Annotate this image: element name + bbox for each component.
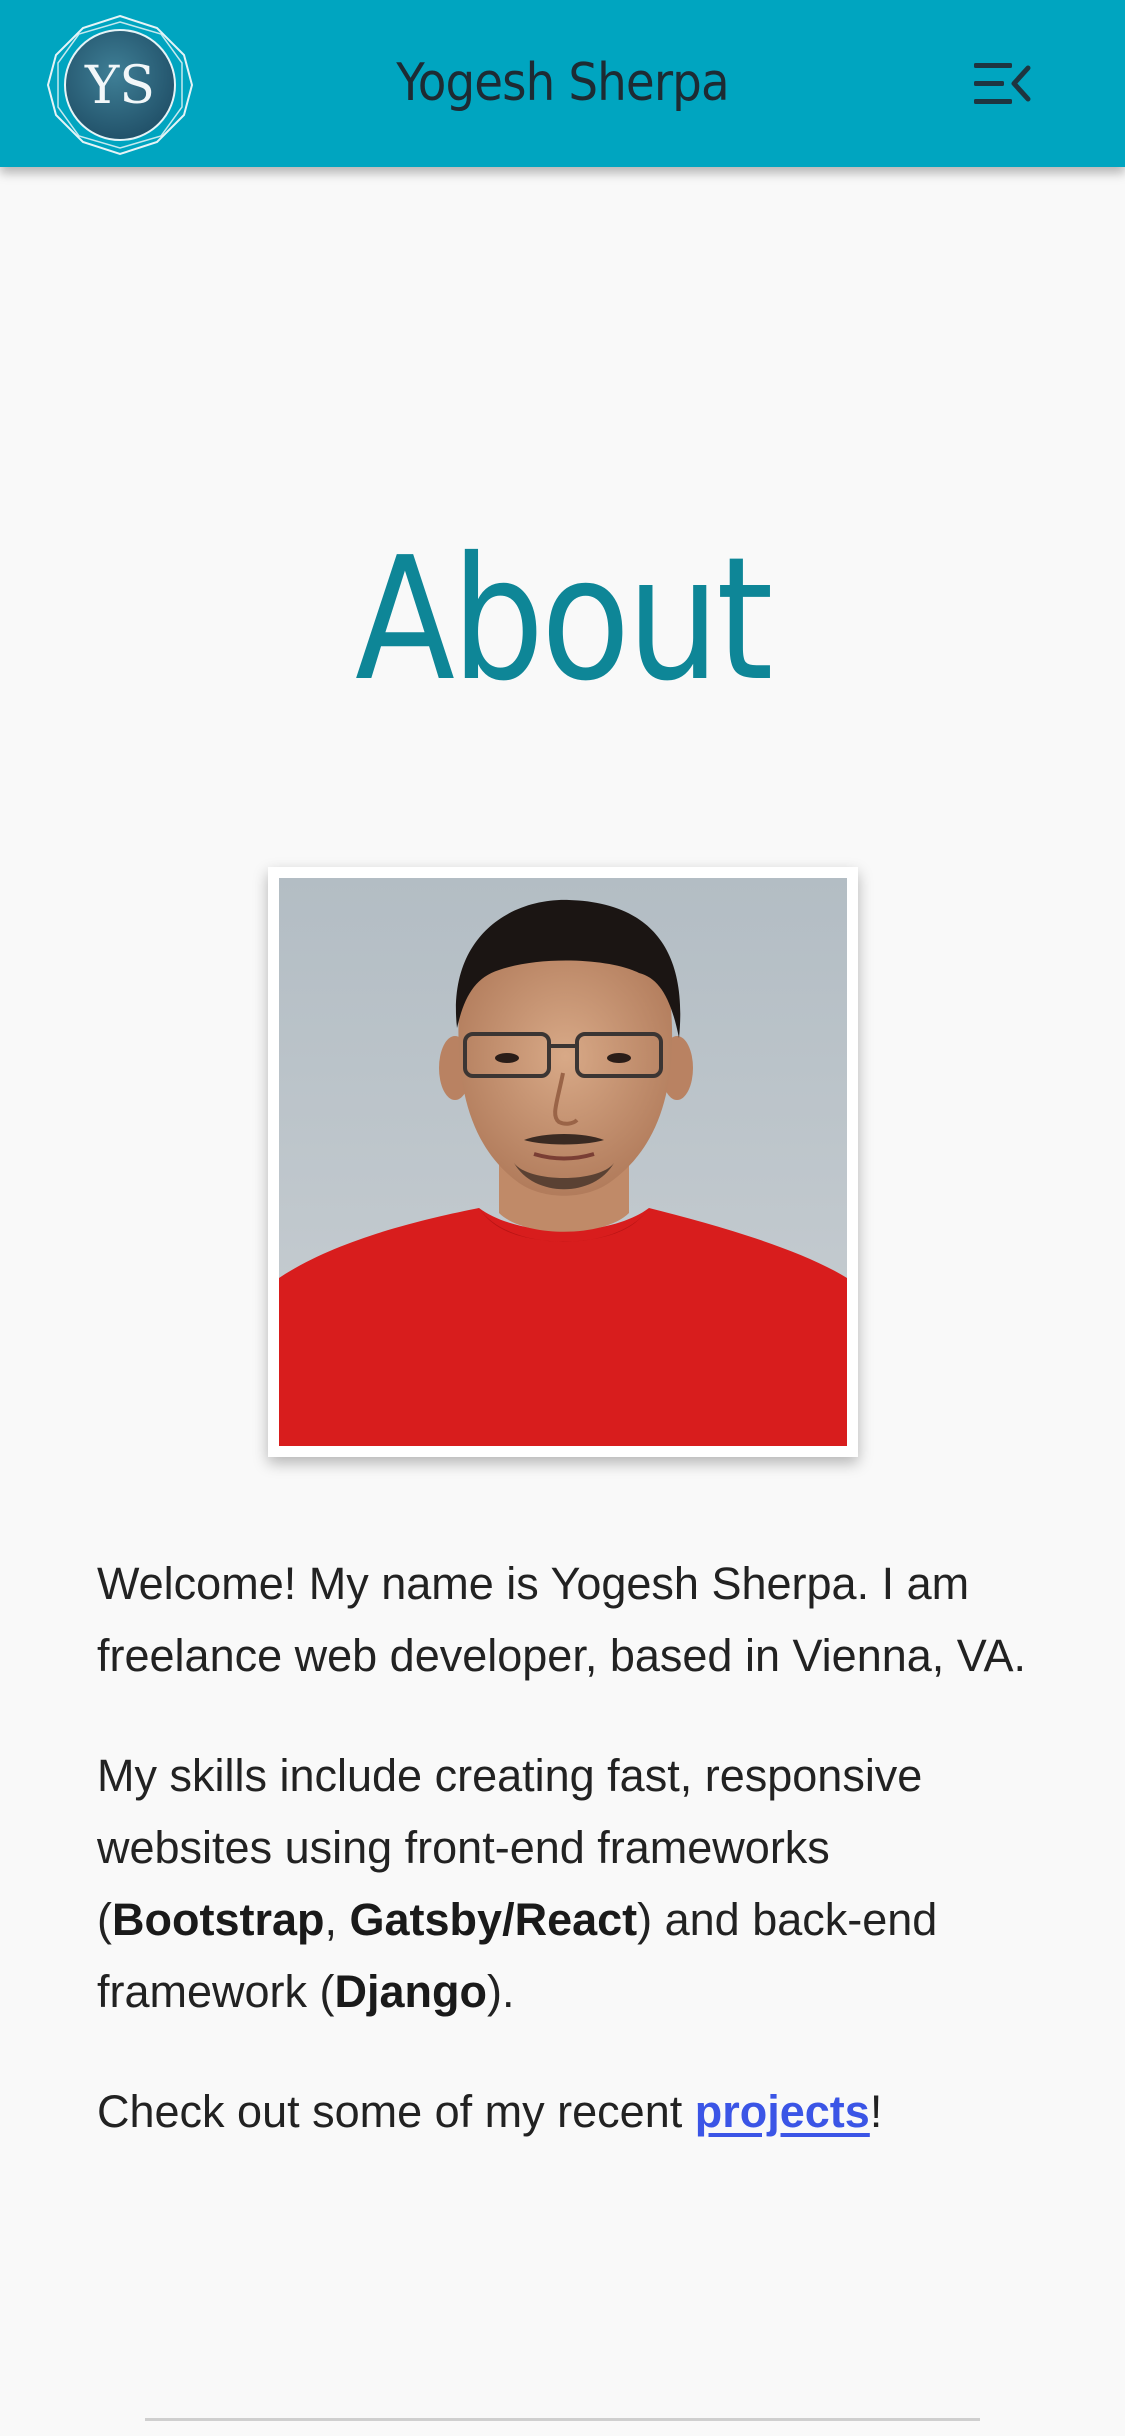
skill-django: Django [334,1966,488,2017]
site-title: Yogesh Sherpa [396,53,729,113]
profile-photo-frame [268,867,858,1457]
projects-link[interactable]: projects [695,2086,870,2137]
portrait-image [279,878,847,1446]
top-navbar: YS Yogesh Sherpa [0,0,1125,167]
home-logo[interactable]: YS [46,14,194,156]
skills-paragraph: My skills include creating fast, respons… [97,1740,1037,2028]
menu-button[interactable] [970,58,1036,110]
logo-text: YS [84,56,155,116]
logo-badge-icon: YS [46,14,194,156]
skill-gatsby-react: Gatsby/React [349,1894,638,1945]
projects-text-after: ! [869,2086,883,2137]
intro-paragraph: Welcome! My name is Yogesh Sherpa. I am … [97,1558,1026,1681]
page: YS Yogesh Sherpa About Welcome! My name … [0,0,1125,2436]
profile-photo [279,878,847,1446]
section-divider [145,2418,980,2421]
menu-collapse-icon [974,63,1031,104]
about-content: Welcome! My name is Yogesh Sherpa. I am … [97,1548,1037,2196]
skills-separator: , [324,1894,350,1945]
page-heading: About [354,521,773,719]
projects-paragraph: Check out some of my recent projects! [97,2076,1037,2148]
skills-text-after: ). [487,1966,515,2017]
projects-text-before: Check out some of my recent [97,2086,695,2137]
skill-bootstrap: Bootstrap [112,1894,325,1945]
